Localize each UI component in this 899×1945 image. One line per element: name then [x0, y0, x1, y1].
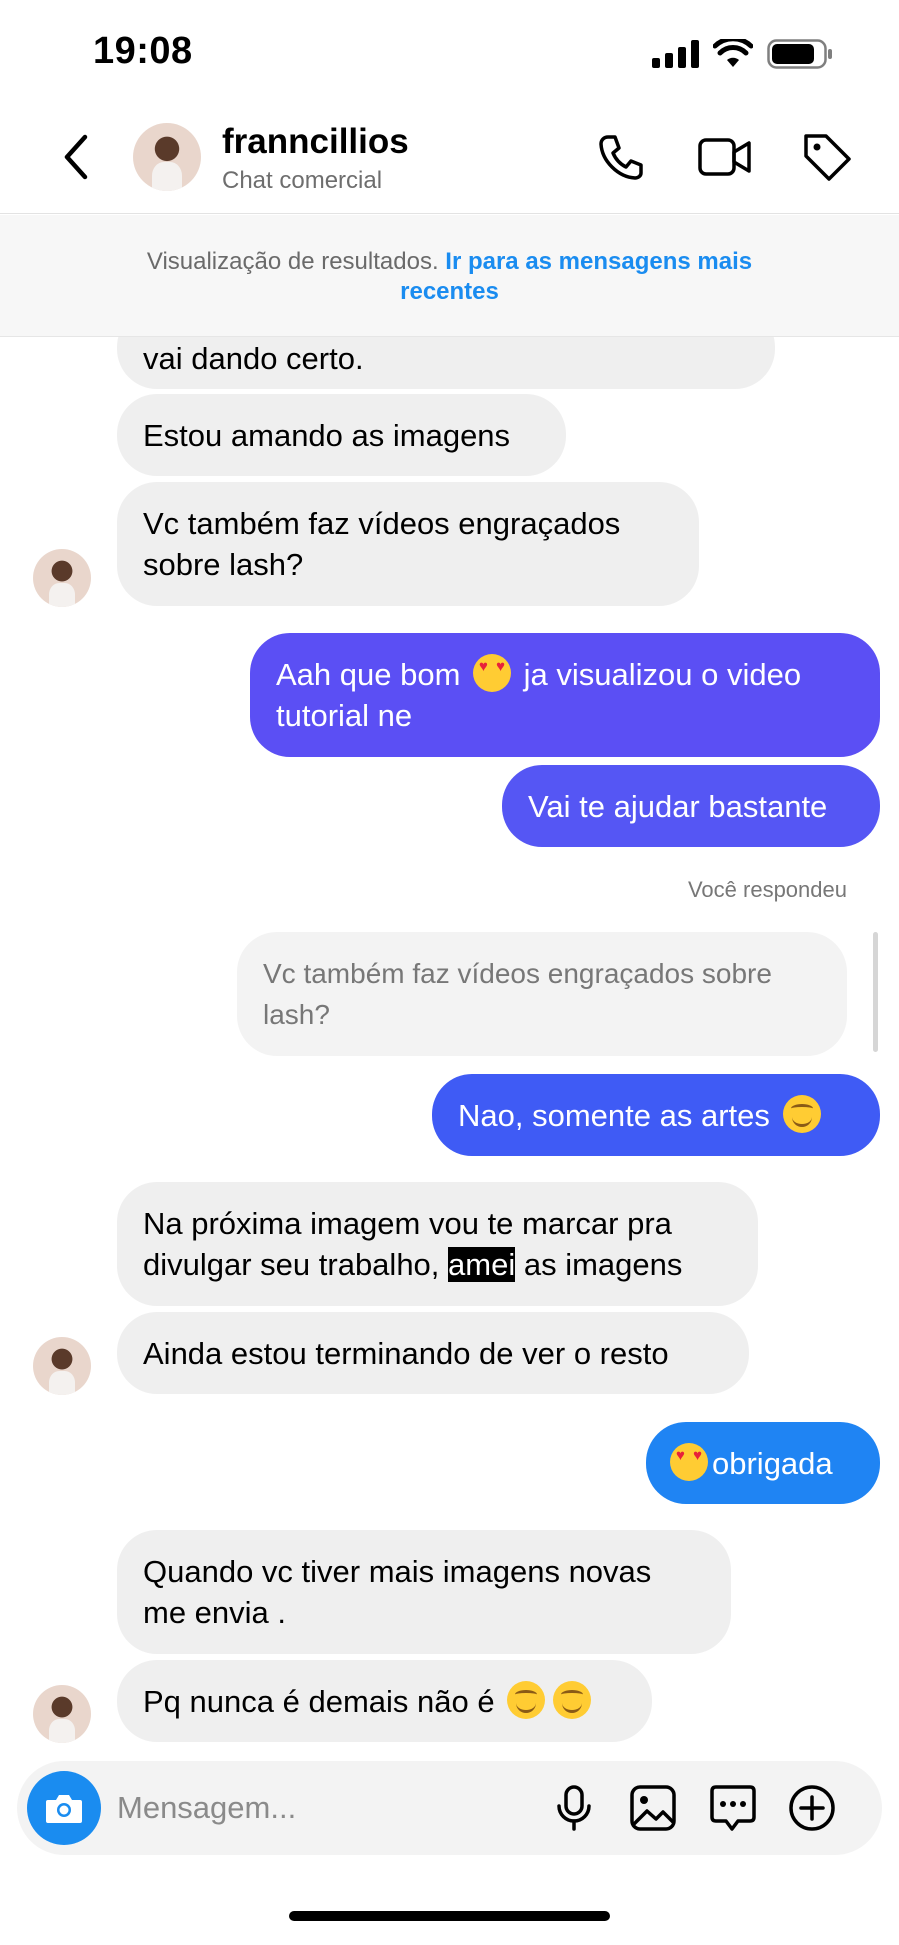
message-text: Pq nunca é demais não é — [143, 1680, 595, 1722]
cellular-signal-icon — [652, 40, 699, 68]
outgoing-message[interactable]: Nao, somente as artes — [432, 1074, 880, 1156]
chat-header: franncillios Chat comercial — [0, 100, 899, 214]
highlighted-search-term: amei — [448, 1247, 516, 1282]
incoming-message[interactable]: Estou amando as imagens — [117, 394, 566, 476]
gallery-button[interactable] — [626, 1781, 680, 1835]
heart-eyes-emoji-icon — [473, 654, 512, 692]
message-text: Estou amando as imagens — [143, 417, 511, 453]
microphone-icon — [557, 1785, 591, 1831]
sticker-button[interactable] — [706, 1781, 760, 1835]
outgoing-message[interactable]: obrigada — [646, 1422, 880, 1504]
smiling-emoji-icon — [553, 1680, 592, 1719]
back-arrow-icon — [64, 134, 88, 180]
gallery-icon — [630, 1785, 676, 1831]
video-call-button[interactable] — [696, 128, 754, 186]
incoming-message[interactable]: Pq nunca é demais não é — [117, 1660, 652, 1742]
message-text: Quando vc tiver mais imagens novas me en… — [143, 1554, 652, 1630]
quoted-text: Vc também faz vídeos engraçados sobre la… — [263, 958, 772, 1030]
sender-avatar[interactable] — [33, 1685, 91, 1743]
outgoing-message[interactable]: Vai te ajudar bastante — [502, 765, 880, 847]
wifi-icon — [713, 39, 753, 67]
message-text: Vc também faz vídeos engraçados sobre la… — [143, 506, 621, 582]
phone-icon — [599, 135, 643, 180]
smiling-emoji-icon — [507, 1680, 546, 1719]
battery-icon — [767, 39, 832, 69]
voice-message-button[interactable] — [547, 1781, 601, 1835]
camera-icon — [46, 1795, 82, 1823]
sender-avatar[interactable] — [33, 1337, 91, 1395]
smiling-emoji-icon — [782, 1094, 821, 1133]
contact-name[interactable]: franncillios — [222, 122, 409, 162]
message-text: Vai te ajudar bastante — [528, 788, 828, 824]
incoming-message[interactable]: Ainda estou terminando de ver o resto — [117, 1312, 749, 1394]
more-options-button[interactable] — [785, 1781, 839, 1835]
status-time: 19:08 — [93, 30, 193, 72]
plus-icon — [789, 1785, 835, 1831]
sticker-icon — [710, 1785, 756, 1831]
outgoing-message[interactable]: Aah que bom ja visualizou o video tutori… — [250, 633, 880, 757]
home-indicator[interactable] — [289, 1911, 610, 1921]
message-text: vai dando certo. — [143, 341, 364, 376]
message-thread[interactable]: vai dando certo. Estou amando as imagens… — [0, 337, 899, 1750]
message-text: Aah que bom ja visualizou o video tutori… — [276, 654, 854, 736]
tag-button[interactable] — [798, 128, 856, 186]
back-button[interactable] — [54, 130, 98, 184]
jump-to-recent-link[interactable]: Ir para as mensagens mais recentes — [400, 248, 752, 305]
banner-text: Visualização de resultados. — [146, 248, 446, 275]
incoming-message[interactable]: Vc também faz vídeos engraçados sobre la… — [117, 482, 699, 606]
incoming-message[interactable]: vai dando certo. — [117, 337, 775, 389]
reply-scroll-indicator — [873, 932, 878, 1052]
reply-quote[interactable]: Vc também faz vídeos engraçados sobre la… — [237, 932, 847, 1056]
call-button[interactable] — [592, 128, 650, 186]
incoming-message[interactable]: Quando vc tiver mais imagens novas me en… — [117, 1530, 731, 1654]
contact-subtitle: Chat comercial — [222, 167, 383, 194]
heart-eyes-emoji-icon — [670, 1442, 708, 1481]
message-input[interactable] — [117, 1783, 537, 1833]
incoming-message[interactable]: Na próxima imagem vou te marcar pra divu… — [117, 1182, 758, 1306]
video-call-icon — [698, 138, 751, 176]
message-text: Na próxima imagem vou te marcar pra divu… — [143, 1206, 683, 1282]
message-text: Ainda estou terminando de ver o resto — [143, 1335, 669, 1371]
tag-icon — [804, 134, 851, 181]
message-composer — [17, 1761, 882, 1855]
message-text: obrigada — [670, 1442, 833, 1484]
contact-avatar[interactable] — [133, 123, 201, 191]
sender-avatar[interactable] — [33, 549, 91, 607]
message-text: Nao, somente as artes — [458, 1094, 825, 1136]
search-results-banner: Visualização de resultados. Ir para as m… — [0, 215, 899, 337]
status-icons — [652, 34, 833, 74]
replied-label: Você respondeu — [687, 877, 847, 902]
status-bar: 19:08 — [0, 0, 899, 100]
camera-button[interactable] — [27, 1771, 101, 1845]
